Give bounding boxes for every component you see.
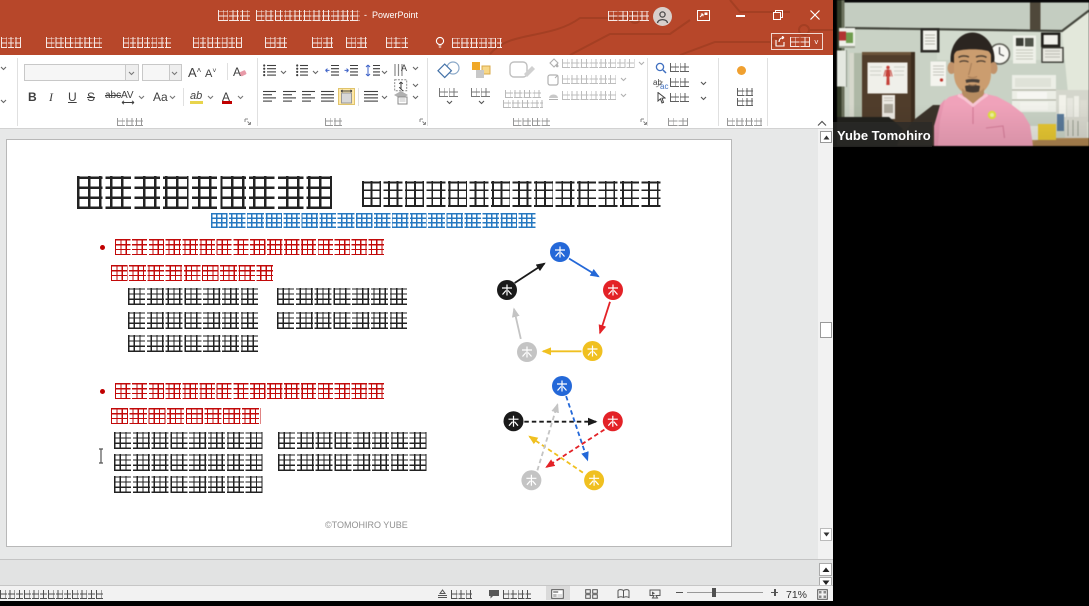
svg-text:A: A	[233, 65, 241, 78]
svg-text:A: A	[401, 63, 407, 73]
